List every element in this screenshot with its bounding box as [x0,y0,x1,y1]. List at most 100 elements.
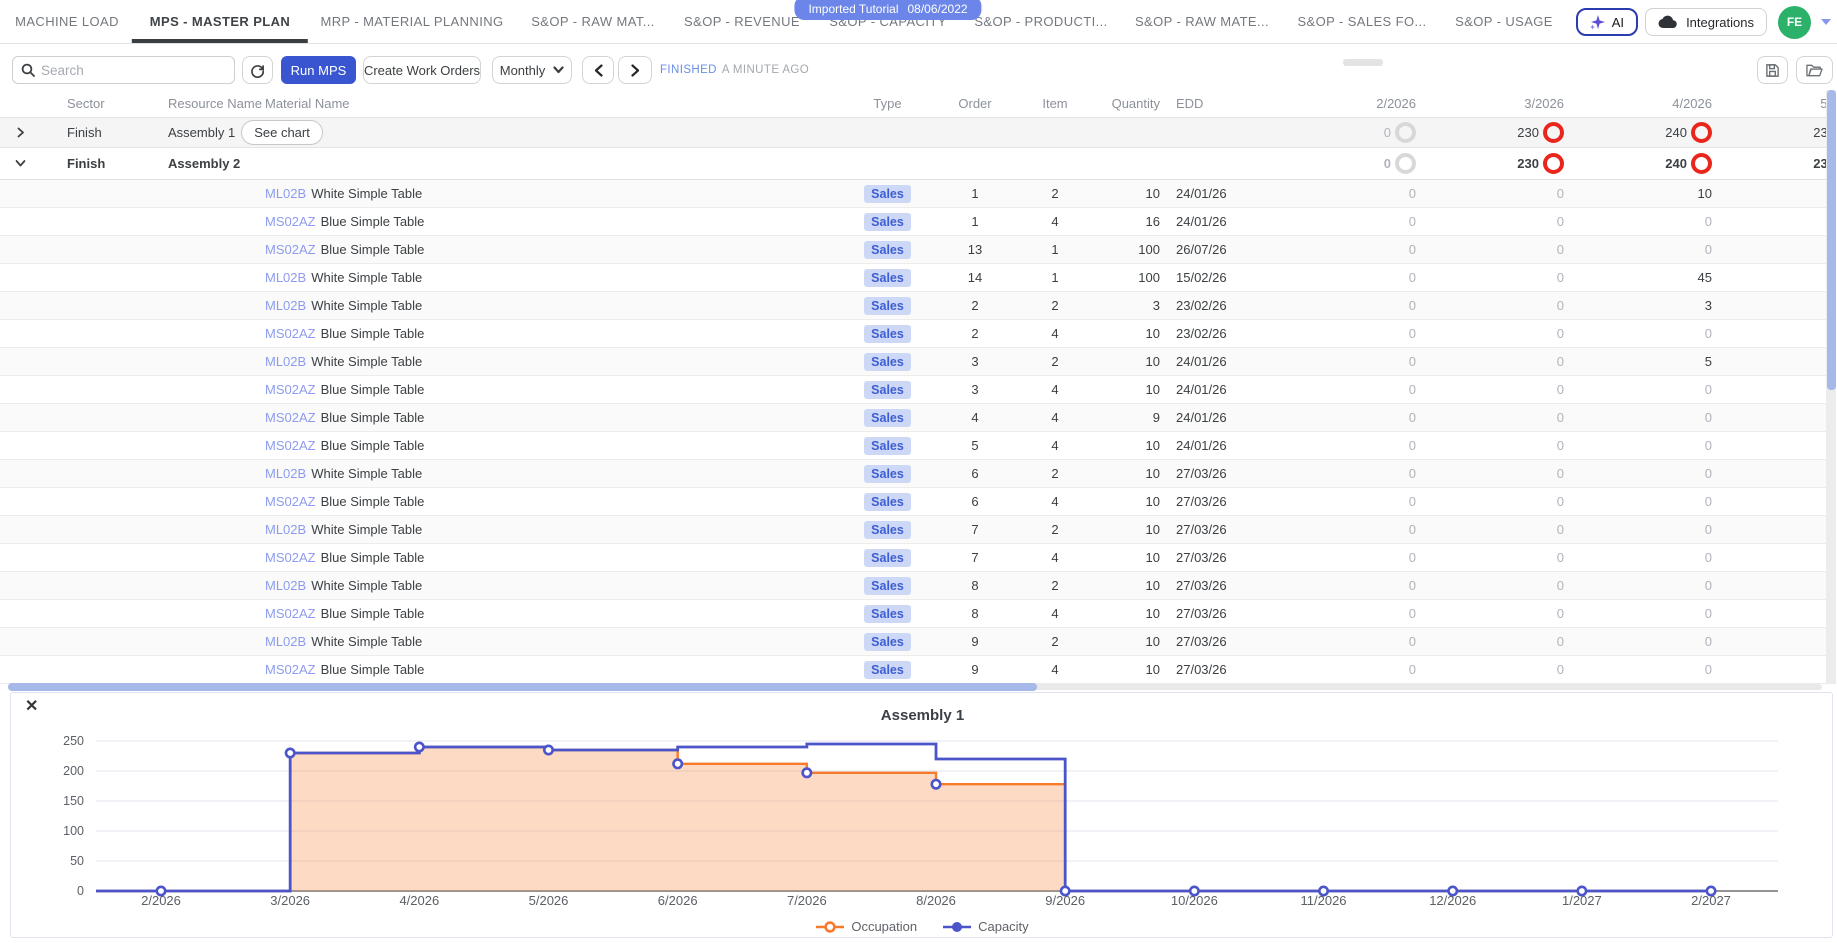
search-input[interactable]: Search [12,56,235,84]
order-row[interactable]: MS02AZBlue Simple TableSales641027/03/26… [0,488,1826,516]
material-code-link[interactable]: MS02AZ [265,494,316,509]
refresh-button[interactable] [242,56,273,84]
legend-occupation[interactable]: Occupation [816,919,917,934]
create-work-orders-button[interactable]: Create Work Orders [363,56,481,84]
save-button[interactable] [1757,56,1788,84]
vertical-scrollbar[interactable] [1826,90,1836,684]
order-number: 6 [930,494,1020,509]
material-code-link[interactable]: MS02AZ [265,438,316,453]
material-code-link[interactable]: MS02AZ [265,326,316,341]
order-row[interactable]: MS02AZBlue Simple TableSales13110026/07/… [0,236,1826,264]
period-cell: 0 [1270,214,1418,229]
period-cell: 0 [1566,634,1714,649]
order-row[interactable]: MS02AZBlue Simple TableSales541024/01/26… [0,432,1826,460]
y-axis-label: 250 [44,734,84,748]
material-code-link[interactable]: ML02B [265,298,306,313]
vertical-scrollbar-thumb[interactable] [1827,90,1836,390]
integrations-button[interactable]: Integrations [1645,8,1767,36]
material-code-link[interactable]: MS02AZ [265,550,316,565]
tab-mps-master-plan[interactable]: MPS - MASTER PLAN [150,0,290,43]
ai-button[interactable]: AI [1576,8,1638,36]
item-number: 1 [1020,270,1090,285]
period-cell: 0 [1566,410,1714,425]
edd-date: 24/01/26 [1166,410,1270,425]
order-type-badge: Sales [864,437,911,455]
period-cell: 0 [1270,466,1418,481]
legend-capacity[interactable]: Capacity [943,919,1029,934]
order-number: 3 [930,382,1020,397]
edd-date: 27/03/26 [1166,662,1270,677]
tab-machine-load[interactable]: MACHINE LOAD [15,0,119,43]
prev-period-button[interactable] [582,56,614,84]
expand-toggle[interactable] [0,126,56,139]
period-select-value: Monthly [500,63,546,78]
order-number: 6 [930,466,1020,481]
next-period-button[interactable] [618,56,652,84]
resource-group-row[interactable]: FinishAssembly 20230240235 [0,148,1826,180]
order-type-badge: Sales [864,521,911,539]
order-type-badge: Sales [864,241,911,259]
tab-s-op-sales-fo[interactable]: S&OP - SALES FO... [1297,0,1426,43]
material-name: Blue Simple Table [321,242,425,257]
order-row[interactable]: ML02BWhite Simple TableSales321024/01/26… [0,348,1826,376]
material-code-link[interactable]: ML02B [265,354,306,369]
horizontal-scrollbar-thumb[interactable] [8,683,1037,691]
material-name: Blue Simple Table [321,214,425,229]
material-name: Blue Simple Table [321,550,425,565]
item-number: 4 [1020,214,1090,229]
order-row[interactable]: ML02BWhite Simple TableSales721027/03/26… [0,516,1826,544]
order-row[interactable]: MS02AZBlue Simple TableSales141624/01/26… [0,208,1826,236]
order-row[interactable]: ML02BWhite Simple TableSales821027/03/26… [0,572,1826,600]
see-chart-button[interactable]: See chart [241,120,323,145]
order-row[interactable]: MS02AZBlue Simple TableSales841027/03/26… [0,600,1826,628]
avatar[interactable]: FE [1778,6,1811,39]
run-mps-button[interactable]: Run MPS [281,56,356,84]
material-code-link[interactable]: MS02AZ [265,382,316,397]
material-code-link[interactable]: ML02B [265,578,306,593]
tab-s-op-raw-mat[interactable]: S&OP - RAW MAT... [531,0,655,43]
order-row[interactable]: ML02BWhite Simple TableSales14110015/02/… [0,264,1826,292]
period-cell: 0 [1418,354,1566,369]
tab-mrp-material-planning[interactable]: MRP - MATERIAL PLANNING [320,0,503,43]
material-code-link[interactable]: ML02B [265,186,306,201]
tab-s-op-revenue[interactable]: S&OP - REVENUE [684,0,800,43]
tab-s-op-usage[interactable]: S&OP - USAGE [1455,0,1553,43]
avatar-initials: FE [1787,15,1802,29]
material-code-link[interactable]: MS02AZ [265,214,316,229]
material-code-link[interactable]: MS02AZ [265,410,316,425]
order-row[interactable]: ML02BWhite Simple TableSales22323/02/260… [0,292,1826,320]
sector-cell: Finish [56,156,160,171]
chevron-down-icon [553,66,564,74]
order-row[interactable]: MS02AZBlue Simple TableSales741027/03/26… [0,544,1826,572]
resource-group-row[interactable]: FinishAssembly 1See chart0230240235 [0,118,1826,148]
y-axis-label: 50 [44,854,84,868]
open-folder-button[interactable] [1796,56,1833,84]
item-number: 2 [1020,298,1090,313]
material-code-link[interactable]: ML02B [265,466,306,481]
order-number: 13 [930,242,1020,257]
period-cell: 0 [1418,606,1566,621]
period-select[interactable]: Monthly [492,56,572,84]
horizontal-scrollbar[interactable] [8,684,1822,690]
material-code-link[interactable]: MS02AZ [265,606,316,621]
order-row[interactable]: MS02AZBlue Simple TableSales341024/01/26… [0,376,1826,404]
material-code-link[interactable]: MS02AZ [265,662,316,677]
period-cell: 230 [1418,153,1566,174]
order-row[interactable]: MS02AZBlue Simple TableSales241023/02/26… [0,320,1826,348]
col-header-period-2-2026: 2/2026 [1270,96,1418,111]
order-row[interactable]: ML02BWhite Simple TableSales921027/03/26… [0,628,1826,656]
material-code-link[interactable]: ML02B [265,522,306,537]
order-row[interactable]: ML02BWhite Simple TableSales121024/01/26… [0,180,1826,208]
order-row[interactable]: MS02AZBlue Simple TableSales44924/01/260… [0,404,1826,432]
material-code-link[interactable]: ML02B [265,270,306,285]
avatar-menu-caret-icon[interactable] [1821,19,1831,25]
order-type-badge: Sales [864,325,911,343]
order-row[interactable]: ML02BWhite Simple TableSales621027/03/26… [0,460,1826,488]
order-number: 7 [930,550,1020,565]
order-row[interactable]: MS02AZBlue Simple TableSales941027/03/26… [0,656,1826,684]
material-code-link[interactable]: MS02AZ [265,242,316,257]
tab-s-op-producti[interactable]: S&OP - PRODUCTI... [974,0,1107,43]
expand-toggle[interactable] [0,157,56,170]
material-code-link[interactable]: ML02B [265,634,306,649]
tab-s-op-raw-mate[interactable]: S&OP - RAW MATE... [1135,0,1269,43]
